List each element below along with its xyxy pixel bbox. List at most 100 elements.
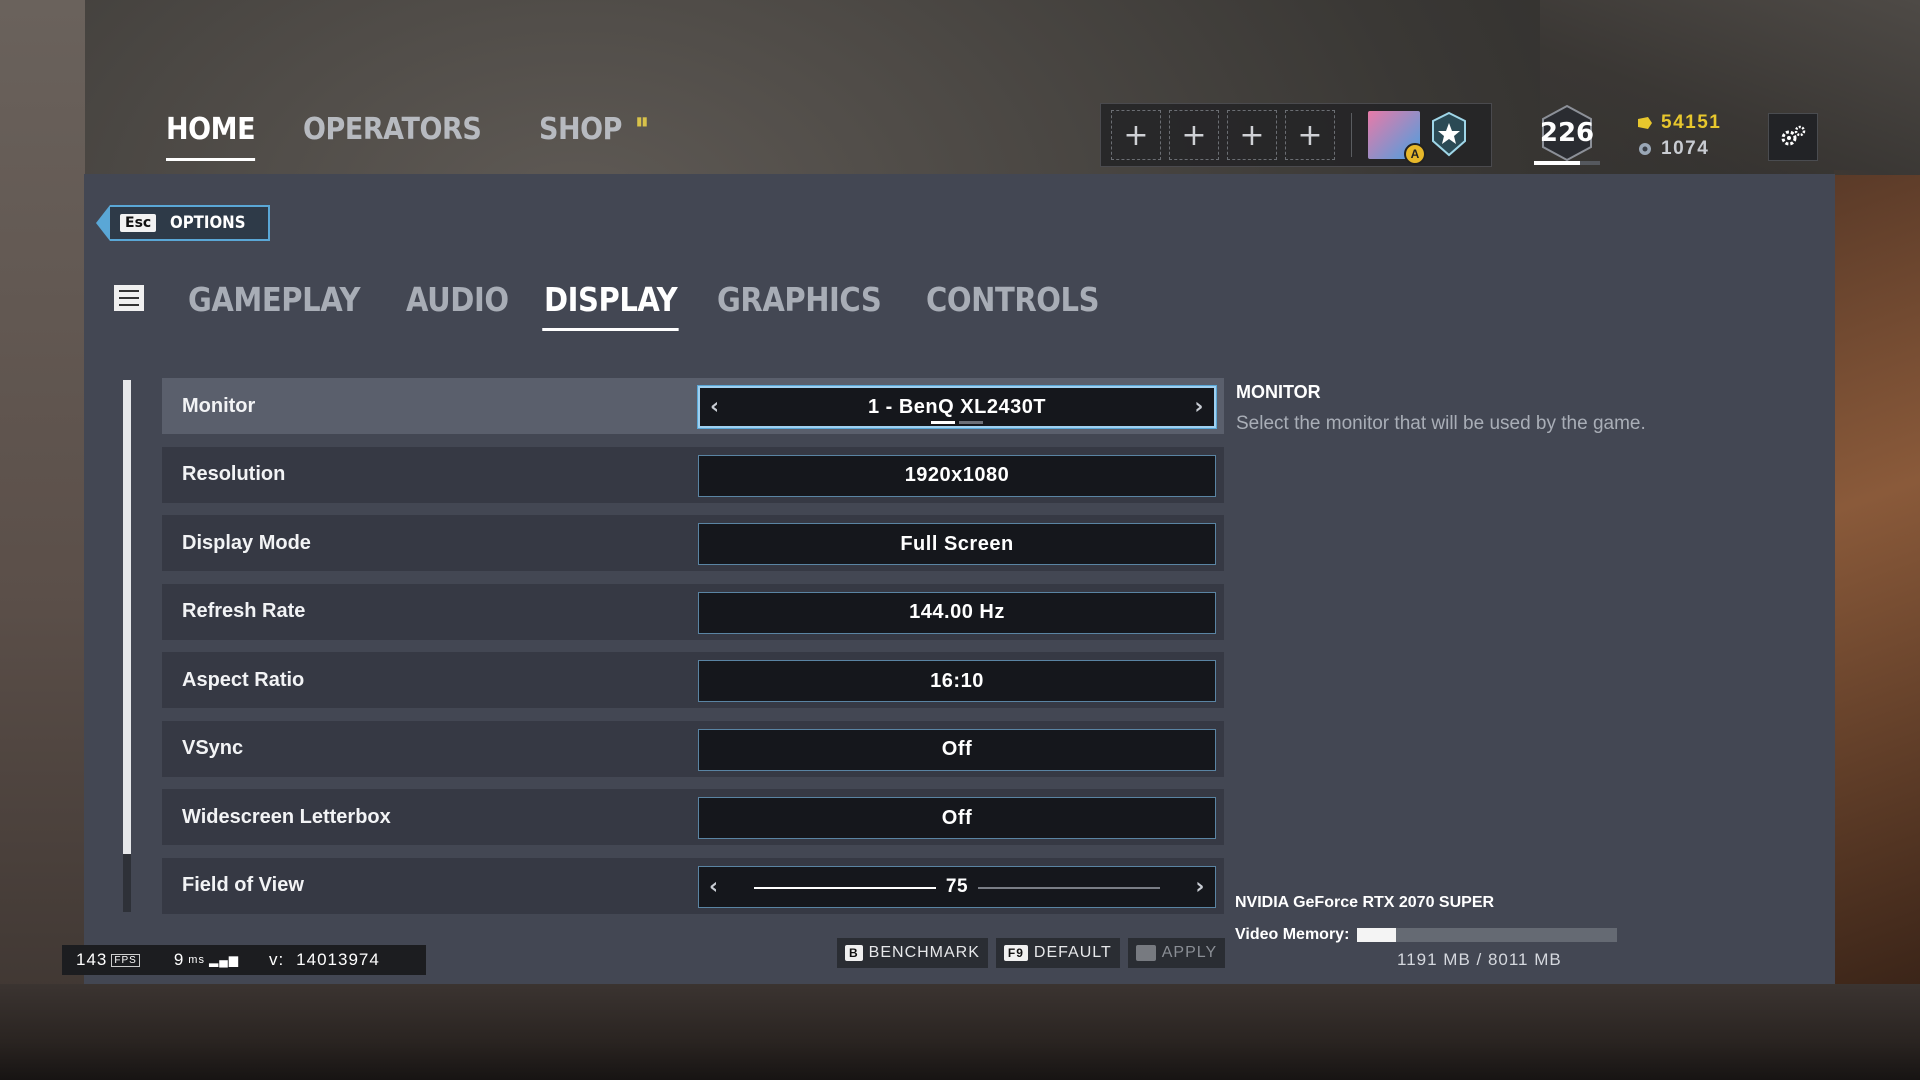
vram-label: Video Memory:	[1235, 926, 1350, 943]
default-button[interactable]: F9 DEFAULT	[995, 938, 1120, 968]
player-avatar[interactable]: A	[1368, 111, 1426, 165]
invite-slot-4[interactable]: +	[1285, 110, 1335, 160]
footer-actions: B BENCHMARK F9 DEFAULT APPLY	[837, 938, 1226, 968]
options-tabs: GAMEPLAY AUDIO DISPLAY GRAPHICS CONTROLS	[114, 280, 1123, 335]
back-arrow-icon	[96, 205, 110, 241]
tab-display[interactable]: DISPLAY	[542, 280, 680, 335]
apply-label: APPLY	[1161, 944, 1218, 961]
shop-new-icon: ▮▮	[636, 114, 648, 128]
setting-row-aspect-ratio[interactable]: Aspect Ratio 16:10	[162, 652, 1224, 708]
benchmark-button[interactable]: B BENCHMARK	[837, 938, 988, 968]
setting-label: Aspect Ratio	[182, 668, 305, 691]
setting-label: Display Mode	[182, 531, 311, 554]
back-label: OPTIONS	[170, 213, 246, 233]
fps-label: FPS	[111, 953, 140, 967]
monitor-pager	[931, 421, 983, 424]
background-scene-bottom	[0, 984, 1920, 1080]
setting-row-field-of-view[interactable]: Field of View ‹ 75 ›	[162, 857, 1224, 914]
level-badge: 226	[1537, 103, 1597, 163]
signal-bars-icon: ▂▄▆	[208, 953, 239, 967]
slider-fill	[754, 886, 937, 889]
monitor-selector[interactable]: ‹ 1 - BenQ XL2430T ›	[698, 386, 1216, 428]
credits-amount: 54151	[1661, 112, 1722, 133]
setting-row-monitor[interactable]: Monitor ‹ 1 - BenQ XL2430T ›	[162, 378, 1224, 434]
setting-row-display-mode[interactable]: Display Mode Full Screen	[162, 515, 1224, 571]
benchmark-key-hint: B	[845, 945, 863, 961]
nav-shop-label: SHOP	[539, 112, 623, 147]
invite-slot-3[interactable]: +	[1227, 110, 1277, 160]
setting-label: Monitor	[182, 394, 256, 417]
apply-button[interactable]: APPLY	[1127, 938, 1226, 968]
background-scene-left	[0, 0, 85, 1080]
player-level: 226	[1539, 118, 1595, 148]
version-number: 14013974	[296, 950, 380, 969]
benchmark-label: BENCHMARK	[868, 944, 980, 961]
main-navigation: HOME OPERATORS SHOP ▮▮	[166, 112, 648, 161]
vsync-dropdown[interactable]: Off	[698, 728, 1216, 771]
setting-row-vsync[interactable]: VSync Off	[162, 720, 1224, 777]
invite-slot-2[interactable]: +	[1169, 110, 1219, 160]
settings-scrollbar[interactable]	[123, 380, 131, 912]
vram-row: Video Memory:	[1235, 926, 1635, 944]
resolution-dropdown[interactable]: 1920x1080	[698, 454, 1216, 497]
description-title: MONITOR	[1236, 382, 1321, 402]
esc-key-hint: Esc	[120, 214, 157, 232]
display-settings-list: Monitor ‹ 1 - BenQ XL2430T › Resolution …	[162, 378, 1224, 926]
back-button-body: Esc OPTIONS	[110, 205, 270, 241]
menu-list-icon[interactable]	[114, 285, 144, 311]
setting-label: Widescreen Letterbox	[182, 805, 391, 828]
fov-slider[interactable]: ‹ 75 ›	[698, 865, 1216, 908]
setting-row-refresh-rate[interactable]: Refresh Rate 144.00 Hz	[162, 583, 1224, 640]
default-key-hint: F9	[1003, 945, 1028, 961]
settings-gear-button[interactable]	[1768, 113, 1818, 161]
chevron-left-icon[interactable]: ‹	[709, 874, 719, 899]
back-to-options-button[interactable]: Esc OPTIONS	[96, 205, 270, 241]
setting-label: Refresh Rate	[182, 600, 306, 622]
level-progress-fill	[1534, 161, 1581, 165]
squad-bar: + + + + A	[1100, 103, 1492, 167]
renown-row: 1074	[1637, 136, 1721, 162]
chevron-left-icon[interactable]: ‹	[710, 395, 720, 420]
performance-stats: 143 FPS 9 ms ▂▄▆ v: 14013974	[62, 945, 426, 975]
letterbox-dropdown[interactable]: Off	[698, 797, 1216, 839]
nav-home[interactable]: HOME	[166, 112, 256, 161]
refresh-rate-dropdown[interactable]: 144.00 Hz	[698, 591, 1216, 634]
renown-amount: 1074	[1661, 138, 1710, 159]
tab-audio[interactable]: AUDIO	[406, 280, 509, 335]
scrollbar-thumb[interactable]	[123, 380, 131, 854]
tab-graphics[interactable]: GRAPHICS	[717, 280, 882, 335]
background-scene-right	[1834, 170, 1920, 990]
vram-usage-bar	[1357, 928, 1618, 942]
ping-unit: ms	[188, 954, 205, 966]
level-progress-bar	[1534, 161, 1600, 165]
background-scene-top	[1540, 0, 1920, 175]
invite-slot-1[interactable]: +	[1111, 110, 1161, 160]
setting-row-widescreen-letterbox[interactable]: Widescreen Letterbox Off	[162, 789, 1224, 845]
chevron-right-icon[interactable]: ›	[1195, 874, 1205, 899]
tab-controls[interactable]: CONTROLS	[926, 280, 1100, 335]
fps-value: 143	[76, 950, 108, 969]
currency-display: 54151 1074	[1637, 110, 1721, 162]
credits-row: 54151	[1637, 110, 1721, 136]
aspect-ratio-dropdown[interactable]: 16:10	[698, 660, 1216, 702]
setting-label: Field of View	[182, 874, 304, 896]
display-mode-dropdown[interactable]: Full Screen	[698, 523, 1216, 565]
chevron-right-icon[interactable]: ›	[1194, 395, 1204, 420]
gpu-name: NVIDIA GeForce RTX 2070 SUPER	[1235, 894, 1495, 911]
gpu-info: NVIDIA GeForce RTX 2070 SUPER Video Memo…	[1235, 894, 1635, 970]
setting-row-resolution[interactable]: Resolution 1920x1080	[162, 446, 1224, 503]
renown-icon	[1637, 141, 1653, 157]
gear-icon	[1781, 125, 1806, 146]
default-label: DEFAULT	[1033, 944, 1112, 961]
r6-credits-icon	[1637, 115, 1653, 131]
nav-operators[interactable]: OPERATORS	[303, 112, 482, 157]
vram-usage-fill	[1357, 928, 1397, 942]
version-label: v:	[268, 950, 285, 969]
rank-emblem-icon[interactable]	[1428, 110, 1470, 160]
description-text: Select the monitor that will be used by …	[1236, 413, 1646, 434]
avatar-badge: A	[1404, 143, 1426, 165]
vram-text: 1191 MB / 8011 MB	[1397, 950, 1562, 969]
nav-shop[interactable]: SHOP ▮▮	[539, 112, 648, 157]
tab-gameplay[interactable]: GAMEPLAY	[188, 280, 360, 335]
squad-divider	[1351, 113, 1352, 157]
